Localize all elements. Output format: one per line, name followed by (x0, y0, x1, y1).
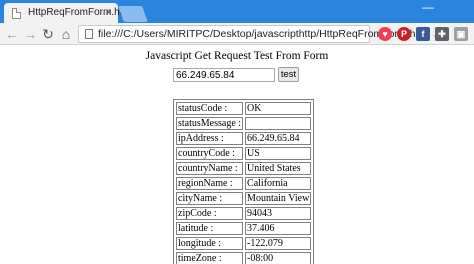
table-row: cityName : Mountain View (176, 192, 312, 205)
page-icon (85, 29, 93, 39)
table-row: zipCode :94043 (176, 207, 312, 220)
result-key: zipCode : (176, 207, 244, 220)
table-row: timeZone : -08:00 (176, 252, 312, 264)
forward-icon[interactable]: → (22, 26, 38, 42)
file-icon (12, 8, 21, 19)
result-value: Mountain View (245, 192, 312, 205)
result-key: ipAddress : (176, 132, 244, 145)
table-row: ipAddress :66.249.65.84 (176, 132, 312, 145)
pocket-icon[interactable]: ♥ (378, 27, 392, 41)
result-table: statusCode : OK statusMessage : ipAddress :… (173, 99, 315, 264)
result-key: cityName : (176, 192, 244, 205)
table-row: latitude :37.406 (176, 222, 312, 235)
page-title: Javascript Get Request Test From Form (145, 50, 329, 62)
tab-title: HttpReqFromForm.html (28, 7, 134, 18)
puzzle-icon[interactable]: ✚ (435, 27, 449, 41)
table-row: regionName : California (176, 177, 312, 190)
result-value: California (245, 177, 312, 190)
back-icon[interactable]: ← (4, 26, 20, 42)
result-key: regionName : (176, 177, 244, 190)
address-bar[interactable]: file:///C:/Users/MIRITPC/Desktop/javascr… (78, 25, 444, 44)
result-value (245, 117, 312, 130)
result-value: United States (245, 162, 312, 175)
result-value: US (245, 147, 312, 160)
table-row: statusMessage : (176, 117, 312, 130)
table-row: countryCode : US (176, 147, 312, 160)
result-value: OK (245, 102, 312, 115)
home-icon[interactable]: ⌂ (58, 26, 74, 42)
result-value: 37.406 (245, 222, 312, 235)
tab-httpreqfromform[interactable]: HttpReqFromForm.html × (4, 3, 133, 23)
result-value: 94043 (245, 207, 312, 220)
reload-icon[interactable]: ↻ (40, 26, 56, 42)
result-key: timeZone : (176, 252, 244, 264)
new-tab-button[interactable] (118, 6, 148, 22)
result-key: countryCode : (176, 147, 244, 160)
ip-input[interactable] (173, 68, 275, 82)
result-key: statusMessage : (176, 117, 244, 130)
test-button[interactable]: test (278, 67, 299, 82)
image-icon[interactable]: ▣ (454, 27, 468, 41)
result-key: countryName : (176, 162, 244, 175)
result-value: -08:00 (245, 252, 312, 264)
table-row: statusCode : OK (176, 102, 312, 115)
tab-strip: HttpReqFromForm.html × — (0, 0, 474, 23)
table-row: longitude : -122.079 (176, 237, 312, 250)
pinterest-icon[interactable]: P (397, 27, 411, 41)
table-row: countryName : United States (176, 162, 312, 175)
browser-toolbar: ← → ↻ ⌂ file:///C:/Users/MIRITPC/Desktop… (0, 23, 474, 45)
url-text[interactable]: file:///C:/Users/MIRITPC/Desktop/javascr… (98, 28, 424, 40)
result-key: longitude : (176, 237, 244, 250)
result-value: -122.079 (245, 237, 312, 250)
result-value: 66.249.65.84 (245, 132, 312, 145)
tab-close-icon[interactable]: × (105, 5, 112, 19)
facebook-icon[interactable]: f (416, 27, 430, 41)
result-key: latitude : (176, 222, 244, 235)
result-key: statusCode : (176, 102, 244, 115)
minimize-button[interactable]: — (415, 0, 441, 16)
